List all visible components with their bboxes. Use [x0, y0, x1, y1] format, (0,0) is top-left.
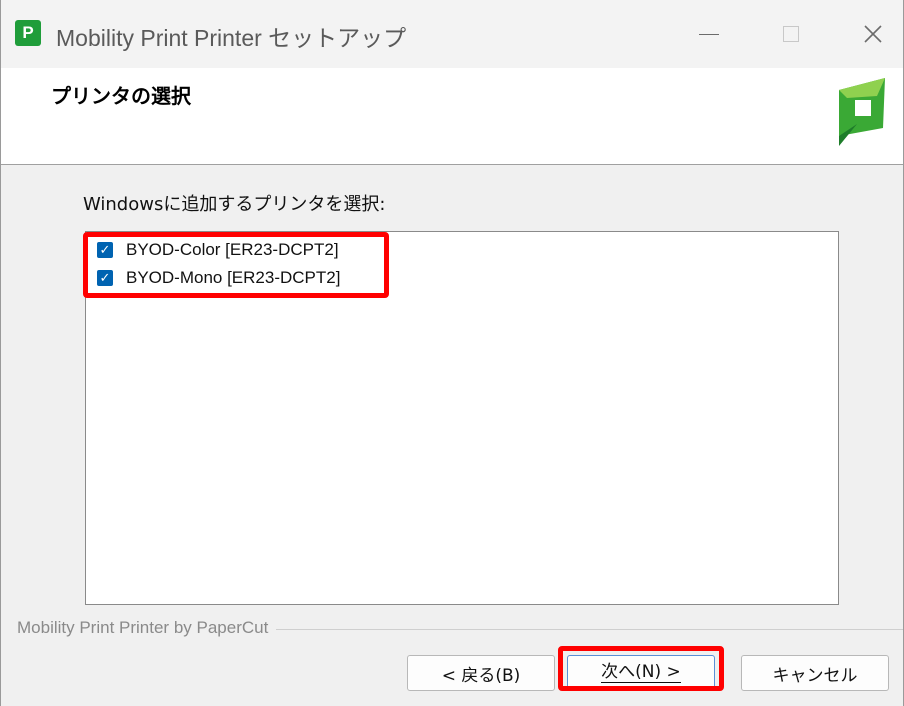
papercut-app-icon: P: [15, 20, 41, 46]
printer-item-label: BYOD-Color [ER23-DCPT2]: [126, 240, 339, 259]
maximize-button[interactable]: [768, 12, 814, 56]
back-button-label: < 戻る(B): [441, 665, 521, 686]
printer-color-checkbox[interactable]: ✓: [97, 242, 113, 258]
papercut-logo-icon: [839, 78, 885, 146]
window-title: Mobility Print Printer セットアップ: [56, 25, 407, 51]
setup-window: P Mobility Print Printer セットアップ プリンタの選択 …: [0, 0, 904, 706]
printer-mono-checkbox[interactable]: ✓: [97, 270, 113, 286]
minimize-icon: [699, 33, 719, 35]
footer-brand-text: Mobility Print Printer by PaperCut: [17, 618, 277, 638]
cancel-button-label: キャンセル: [772, 665, 858, 686]
back-button[interactable]: < 戻る(B): [407, 655, 555, 691]
maximize-icon: [783, 26, 799, 42]
cancel-button[interactable]: キャンセル: [741, 655, 889, 691]
printer-item-mono[interactable]: ✓ BYOD-Mono [ER23-DCPT2]: [97, 265, 340, 291]
checkmark-icon: ✓: [99, 242, 111, 258]
wizard-header: プリンタの選択: [1, 68, 903, 165]
title-bar: P Mobility Print Printer セットアップ: [1, 0, 903, 68]
close-icon: [864, 25, 882, 43]
printer-item-color[interactable]: ✓ BYOD-Color [ER23-DCPT2]: [97, 237, 339, 263]
printer-item-label: BYOD-Mono [ER23-DCPT2]: [126, 268, 341, 287]
close-button[interactable]: [850, 12, 896, 56]
printer-list[interactable]: ✓ BYOD-Color [ER23-DCPT2] ✓ BYOD-Mono [E…: [85, 231, 839, 605]
page-title: プリンタの選択: [51, 84, 191, 108]
minimize-button[interactable]: [686, 12, 732, 56]
instruction-text: Windowsに追加するプリンタを選択:: [83, 194, 386, 215]
checkmark-icon: ✓: [99, 270, 111, 286]
app-icon-letter: P: [22, 23, 34, 42]
next-button-label: 次へ(N) >: [601, 662, 681, 683]
next-button[interactable]: 次へ(N) >: [567, 655, 715, 691]
